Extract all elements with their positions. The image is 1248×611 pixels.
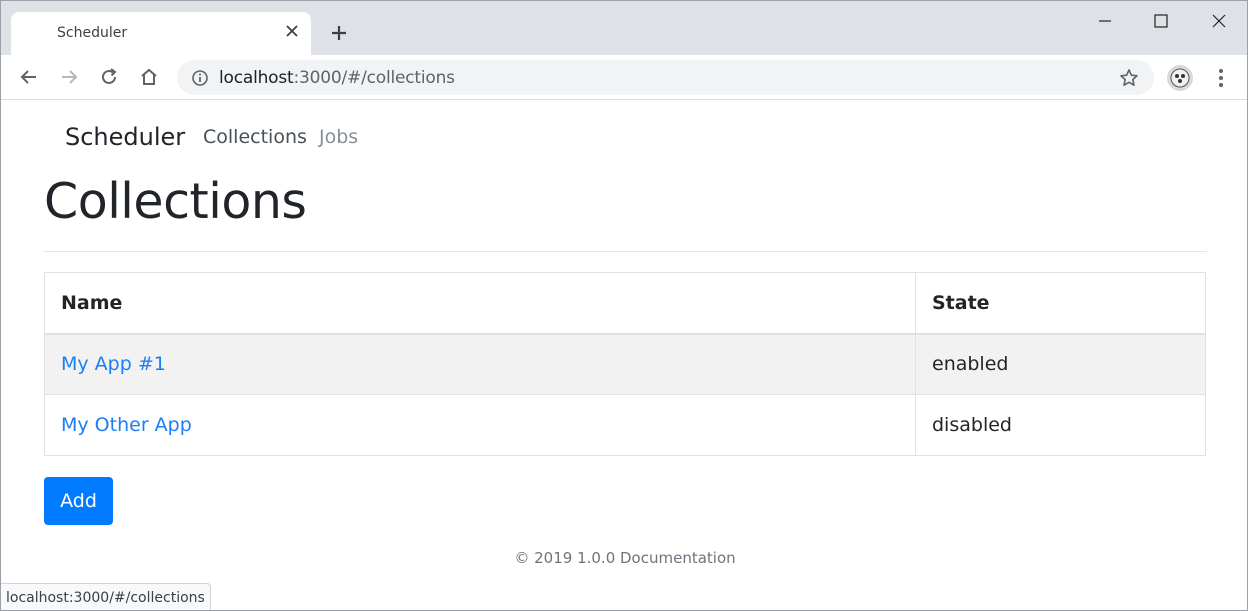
url-text: localhost:3000/#/collections	[219, 68, 455, 88]
navbar-brand[interactable]: Scheduler	[65, 123, 185, 151]
address-bar[interactable]: localhost:3000/#/collections	[177, 60, 1154, 95]
nav-link-jobs[interactable]: Jobs	[319, 126, 358, 148]
browser-window: Scheduler localhost:3000/#/collections S…	[0, 0, 1248, 611]
browser-toolbar: localhost:3000/#/collections	[1, 55, 1247, 100]
close-icon[interactable]	[283, 22, 301, 40]
footer-text: © 2019 1.0.0 Documentation	[514, 549, 736, 567]
collection-name-link[interactable]: My Other App	[44, 394, 916, 456]
table-row: My Other App disabled	[44, 394, 1206, 456]
tab-title: Scheduler	[57, 25, 128, 41]
maximize-icon[interactable]	[1151, 11, 1171, 31]
page-content: Scheduler Collections Jobs Collections N…	[1, 101, 1247, 610]
add-button[interactable]: Add	[44, 477, 113, 525]
info-icon[interactable]	[191, 69, 209, 87]
minimize-icon[interactable]	[1095, 11, 1115, 31]
home-icon[interactable]	[138, 66, 160, 88]
more-menu-icon[interactable]	[1211, 67, 1231, 89]
profile-avatar-icon[interactable]	[1167, 65, 1193, 91]
title-divider	[43, 251, 1207, 252]
collection-state: enabled	[915, 333, 1206, 395]
window-close-icon[interactable]	[1209, 11, 1229, 31]
table-row: My App #1 enabled	[44, 333, 1206, 395]
nav-link-collections[interactable]: Collections	[203, 126, 307, 148]
collections-table: Name State My App #1 enabled My Other Ap…	[44, 272, 1206, 456]
new-tab-icon[interactable]	[327, 21, 351, 45]
status-bar-url: localhost:3000/#/collections	[1, 583, 211, 610]
page-title: Collections	[44, 173, 307, 230]
bookmark-star-icon[interactable]	[1119, 68, 1139, 88]
tab-strip: Scheduler	[1, 1, 1247, 55]
back-arrow-icon[interactable]	[18, 66, 40, 88]
column-header-state: State	[915, 272, 1206, 335]
column-header-name: Name	[44, 272, 916, 335]
forward-arrow-icon[interactable]	[58, 66, 80, 88]
browser-tab[interactable]: Scheduler	[11, 12, 311, 55]
reload-icon[interactable]	[98, 66, 120, 88]
table-header-row: Name State	[44, 272, 1206, 335]
collection-name-link[interactable]: My App #1	[44, 333, 916, 395]
collection-state: disabled	[915, 394, 1206, 456]
